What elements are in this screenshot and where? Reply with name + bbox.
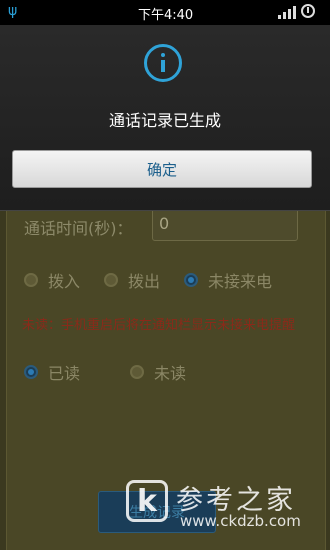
notice-text: 未读：手机重启后将在通知栏显示未接来电提醒	[22, 318, 296, 333]
radio-label: 拨出	[128, 272, 161, 291]
usb-icon: ψ	[8, 3, 18, 19]
radio-button-selected[interactable]	[184, 273, 199, 287]
radio-unread[interactable]: 未读	[130, 360, 186, 384]
watermark: k 参考之家 www.ckdzb.com	[120, 478, 325, 540]
clock-icon	[301, 4, 315, 18]
read-status-group: 已读 未读	[24, 360, 210, 384]
radio-button[interactable]	[104, 273, 119, 287]
confirm-button[interactable]: 确定	[12, 150, 312, 188]
duration-input[interactable]: 0	[152, 207, 298, 241]
radio-button-selected[interactable]	[24, 365, 38, 379]
dialog-title: 通话记录已生成	[108, 111, 221, 130]
duration-label: 通话时间(秒)：	[24, 219, 133, 238]
radio-outgoing[interactable]: 拨出	[104, 268, 160, 292]
status-time: 下午4:40	[138, 8, 194, 23]
status-bar: ψ 下午4:40	[0, 0, 330, 25]
radio-button[interactable]	[130, 365, 145, 379]
call-type-group: 拨入 拨出 未接来电	[24, 268, 296, 292]
radio-button[interactable]	[24, 273, 38, 287]
radio-label: 未接来电	[208, 272, 273, 291]
alert-dialog: 通话记录已生成 确定	[0, 25, 330, 211]
radio-label: 未读	[154, 364, 187, 383]
watermark-url: www.ckdzb.com	[180, 512, 301, 530]
signal-icon	[278, 5, 296, 19]
radio-missed[interactable]: 未接来电	[184, 268, 272, 292]
radio-read[interactable]: 已读	[24, 360, 80, 384]
radio-label: 已读	[48, 364, 81, 383]
watermark-logo: k	[126, 480, 168, 522]
radio-label: 拨入	[48, 272, 81, 291]
radio-incoming[interactable]: 拨入	[24, 268, 80, 292]
info-icon	[144, 44, 182, 82]
